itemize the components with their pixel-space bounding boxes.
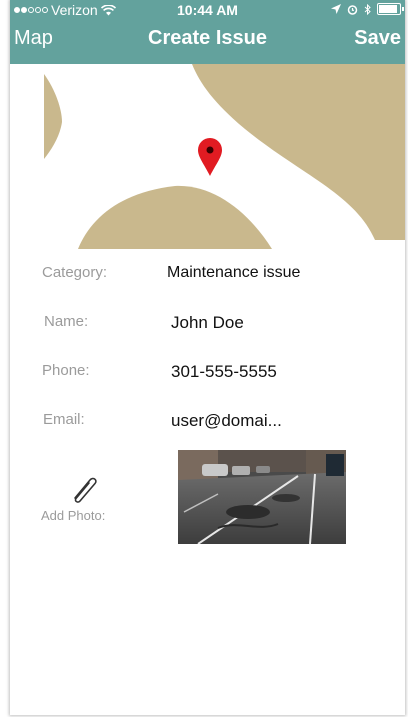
email-row[interactable]: Email: user@domai... (10, 411, 405, 441)
map-pin-icon[interactable] (198, 138, 222, 176)
category-label: Category: (42, 264, 108, 281)
email-label: Email: (43, 411, 85, 428)
status-icons (331, 3, 404, 15)
location-map[interactable] (10, 64, 405, 249)
status-bar: Verizon 10:44 AM (10, 0, 405, 20)
header: Verizon 10:44 AM Map Create Issue Save (10, 0, 405, 64)
category-row[interactable]: Category: Maintenance issue (10, 264, 405, 294)
page-title: Create Issue (148, 27, 267, 49)
map-land-left (44, 74, 62, 159)
phone-label: Phone: (42, 362, 90, 379)
add-photo-section: Add Photo: (10, 450, 405, 550)
paperclip-icon[interactable] (66, 470, 102, 506)
name-row[interactable]: Name: John Doe (10, 313, 405, 343)
add-photo-label: Add Photo: (41, 508, 106, 523)
phone-field[interactable]: 301-555-5555 (171, 362, 277, 382)
app-screen: Verizon 10:44 AM Map Create Issue Save C… (10, 0, 405, 715)
street-photo-thumbnail[interactable] (178, 450, 346, 544)
phone-row[interactable]: Phone: 301-555-5555 (10, 362, 405, 392)
location-arrow-icon (331, 4, 341, 14)
name-field[interactable]: John Doe (171, 313, 244, 333)
category-value[interactable]: Maintenance issue (167, 264, 300, 282)
alarm-clock-icon (347, 4, 358, 15)
bluetooth-icon (364, 3, 371, 15)
name-label: Name: (44, 313, 89, 330)
battery-icon (377, 3, 404, 15)
email-field[interactable]: user@domai... (171, 411, 282, 431)
map-land-bottom (78, 185, 272, 249)
save-button[interactable]: Save (354, 27, 401, 50)
